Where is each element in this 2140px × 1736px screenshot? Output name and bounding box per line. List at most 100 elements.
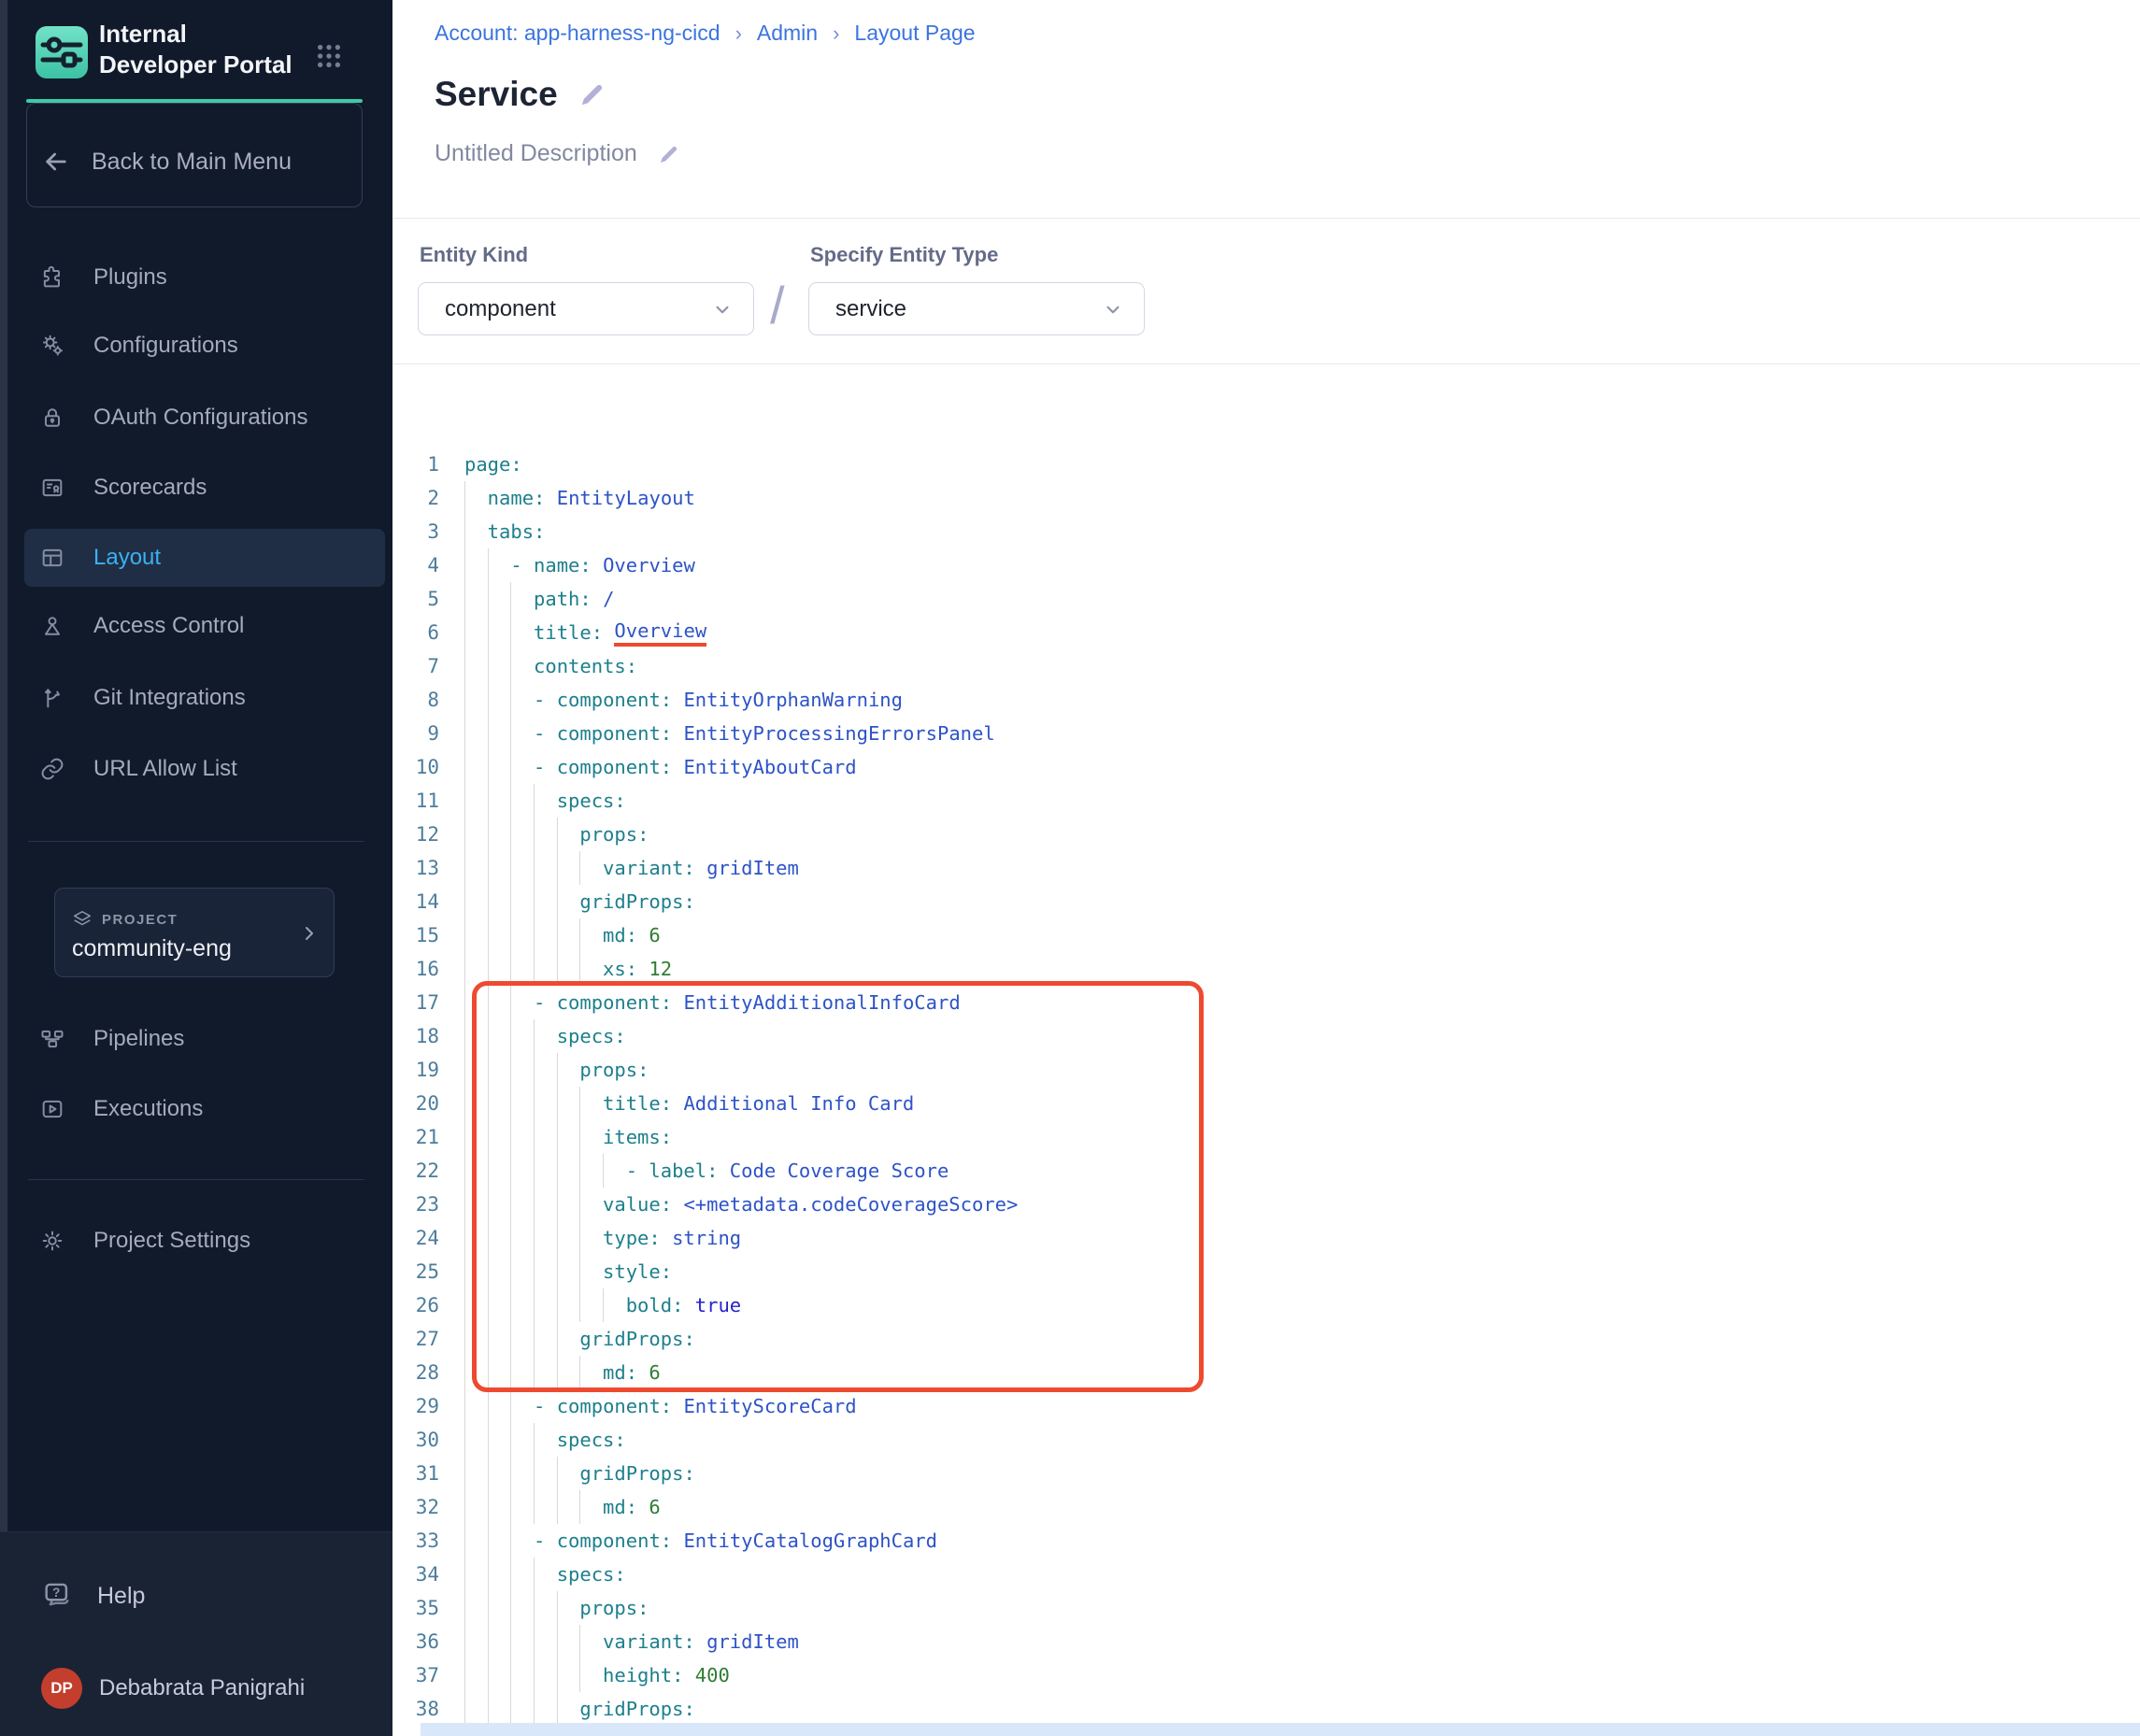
code-line[interactable]: 18specs: [392, 1019, 2140, 1053]
line-number: 29 [392, 1395, 439, 1417]
sidebar-item-git-integrations[interactable]: Git Integrations [0, 671, 392, 725]
executions-play-icon [39, 1096, 65, 1122]
entity-type-select[interactable]: service [808, 282, 1145, 335]
line-number: 25 [392, 1260, 439, 1283]
code-line[interactable]: 6title: Overview [392, 616, 2140, 649]
code-line[interactable]: 30specs: [392, 1423, 2140, 1457]
project-name: community-eng [72, 935, 232, 962]
code-line[interactable]: 32md: 6 [392, 1490, 2140, 1524]
entity-kind-select[interactable]: component [418, 282, 754, 335]
code-line[interactable]: 24type: string [392, 1221, 2140, 1255]
sidebar-item-plugins[interactable]: Plugins [0, 250, 392, 305]
code-line[interactable]: 11specs: [392, 784, 2140, 818]
gear-icon [39, 1228, 65, 1254]
sidebar-item-label: URL Allow List [93, 756, 237, 782]
code-line[interactable]: 33- component: EntityCatalogGraphCard [392, 1524, 2140, 1558]
code-line[interactable]: 3tabs: [392, 515, 2140, 548]
chevron-down-icon [710, 297, 735, 321]
code-line[interactable]: 1page: [392, 448, 2140, 481]
sidebar-item-project-settings[interactable]: Project Settings [0, 1214, 392, 1268]
yaml-code-lines: 1page:2name: EntityLayout3tabs:4- name: … [392, 448, 2140, 1726]
line-number: 11 [392, 790, 439, 812]
code-line[interactable]: 23value: <+metadata.codeCoverageScore> [392, 1188, 2140, 1221]
code-line[interactable]: 5path: / [392, 582, 2140, 616]
edit-title-pencil-icon[interactable] [578, 80, 606, 108]
layout-icon [39, 545, 65, 571]
code-line[interactable]: 4- name: Overview [392, 548, 2140, 582]
breadcrumb-admin[interactable]: Admin [757, 21, 818, 46]
entity-type-label: Specify Entity Type [810, 243, 998, 267]
line-number: 26 [392, 1294, 439, 1316]
sidebar: Internal Developer Portal Back to Main M… [0, 0, 392, 1736]
editor-horizontal-scrollbar[interactable] [421, 1723, 2140, 1736]
code-line[interactable]: 37height: 400 [392, 1658, 2140, 1692]
chevron-right-icon [298, 922, 321, 945]
code-line[interactable]: 25style: [392, 1255, 2140, 1288]
harness-idp-logo[interactable] [36, 26, 88, 78]
breadcrumb-layout-page[interactable]: Layout Page [854, 21, 975, 46]
line-number: 13 [392, 857, 439, 879]
line-number: 34 [392, 1563, 439, 1586]
line-number: 12 [392, 823, 439, 846]
yaml-editor[interactable]: 1page:2name: EntityLayout3tabs:4- name: … [392, 448, 2140, 1736]
back-to-main-menu-button[interactable]: Back to Main Menu [41, 140, 359, 183]
line-number: 9 [392, 722, 439, 745]
sidebar-item-configurations[interactable]: Configurations [0, 319, 392, 373]
user-menu[interactable]: DP Debabrata Panigrahi [41, 1665, 305, 1712]
code-line[interactable]: 10- component: EntityAboutCard [392, 750, 2140, 784]
sidebar-item-oauth-configurations[interactable]: OAuth Configurations [0, 391, 392, 445]
line-number: 22 [392, 1160, 439, 1182]
sidebar-item-url-allow-list[interactable]: URL Allow List [0, 742, 392, 796]
code-line[interactable]: 20title: Additional Info Card [392, 1087, 2140, 1120]
link-icon [39, 756, 65, 782]
code-line[interactable]: 35props: [392, 1591, 2140, 1625]
lock-icon [39, 405, 65, 431]
code-line[interactable]: 34specs: [392, 1558, 2140, 1591]
code-line[interactable]: 17- component: EntityAdditionalInfoCard [392, 986, 2140, 1019]
line-number: 18 [392, 1025, 439, 1047]
sidebar-item-pipelines[interactable]: Pipelines [0, 1012, 392, 1066]
code-line[interactable]: 36variant: gridItem [392, 1625, 2140, 1658]
breadcrumb-account[interactable]: Account: app-harness-ng-cicd [435, 21, 720, 46]
chevron-down-icon [1101, 297, 1125, 321]
code-line[interactable]: 14gridProps: [392, 885, 2140, 918]
line-number: 8 [392, 689, 439, 711]
edit-description-pencil-icon[interactable] [658, 143, 680, 165]
help-button[interactable]: ? Help [41, 1573, 145, 1618]
pipelines-icon [39, 1026, 65, 1052]
code-line[interactable]: 7contents: [392, 649, 2140, 683]
code-line[interactable]: 26bold: true [392, 1288, 2140, 1322]
code-line[interactable]: 29- component: EntityScoreCard [392, 1389, 2140, 1423]
code-line[interactable]: 19props: [392, 1053, 2140, 1087]
code-line[interactable]: 13variant: gridItem [392, 851, 2140, 885]
sidebar-item-scorecards[interactable]: Scorecards [0, 461, 392, 515]
person-icon [39, 613, 65, 639]
code-line[interactable]: 9- component: EntityProcessingErrorsPane… [392, 717, 2140, 750]
code-line[interactable]: 16xs: 12 [392, 952, 2140, 986]
help-label: Help [97, 1583, 145, 1610]
sidebar-item-label: Git Integrations [93, 685, 246, 711]
sidebar-item-executions[interactable]: Executions [0, 1082, 392, 1136]
sidebar-item-label: OAuth Configurations [93, 405, 307, 431]
code-line[interactable]: 28md: 6 [392, 1356, 2140, 1389]
code-line[interactable]: 8- component: EntityOrphanWarning [392, 683, 2140, 717]
line-number: 4 [392, 554, 439, 576]
code-line[interactable]: 27gridProps: [392, 1322, 2140, 1356]
code-line[interactable]: 12props: [392, 818, 2140, 851]
code-line[interactable]: 15md: 6 [392, 918, 2140, 952]
code-line[interactable]: 2name: EntityLayout [392, 481, 2140, 515]
code-line[interactable]: 31gridProps: [392, 1457, 2140, 1490]
sidebar-item-access-control[interactable]: Access Control [0, 599, 392, 653]
project-selector[interactable]: PROJECT community-eng [54, 888, 335, 977]
app-window: Internal Developer Portal Back to Main M… [0, 0, 2140, 1736]
apps-grid-icon[interactable] [314, 41, 344, 71]
line-number: 2 [392, 487, 439, 509]
line-number: 36 [392, 1630, 439, 1653]
user-name: Debabrata Panigrahi [99, 1675, 305, 1701]
code-line[interactable]: 21items: [392, 1120, 2140, 1154]
code-line[interactable]: 22- label: Code Coverage Score [392, 1154, 2140, 1188]
sidebar-item-layout[interactable]: Layout [0, 531, 392, 585]
line-number: 24 [392, 1227, 439, 1249]
line-number: 10 [392, 756, 439, 778]
code-line[interactable]: 38gridProps: [392, 1692, 2140, 1726]
